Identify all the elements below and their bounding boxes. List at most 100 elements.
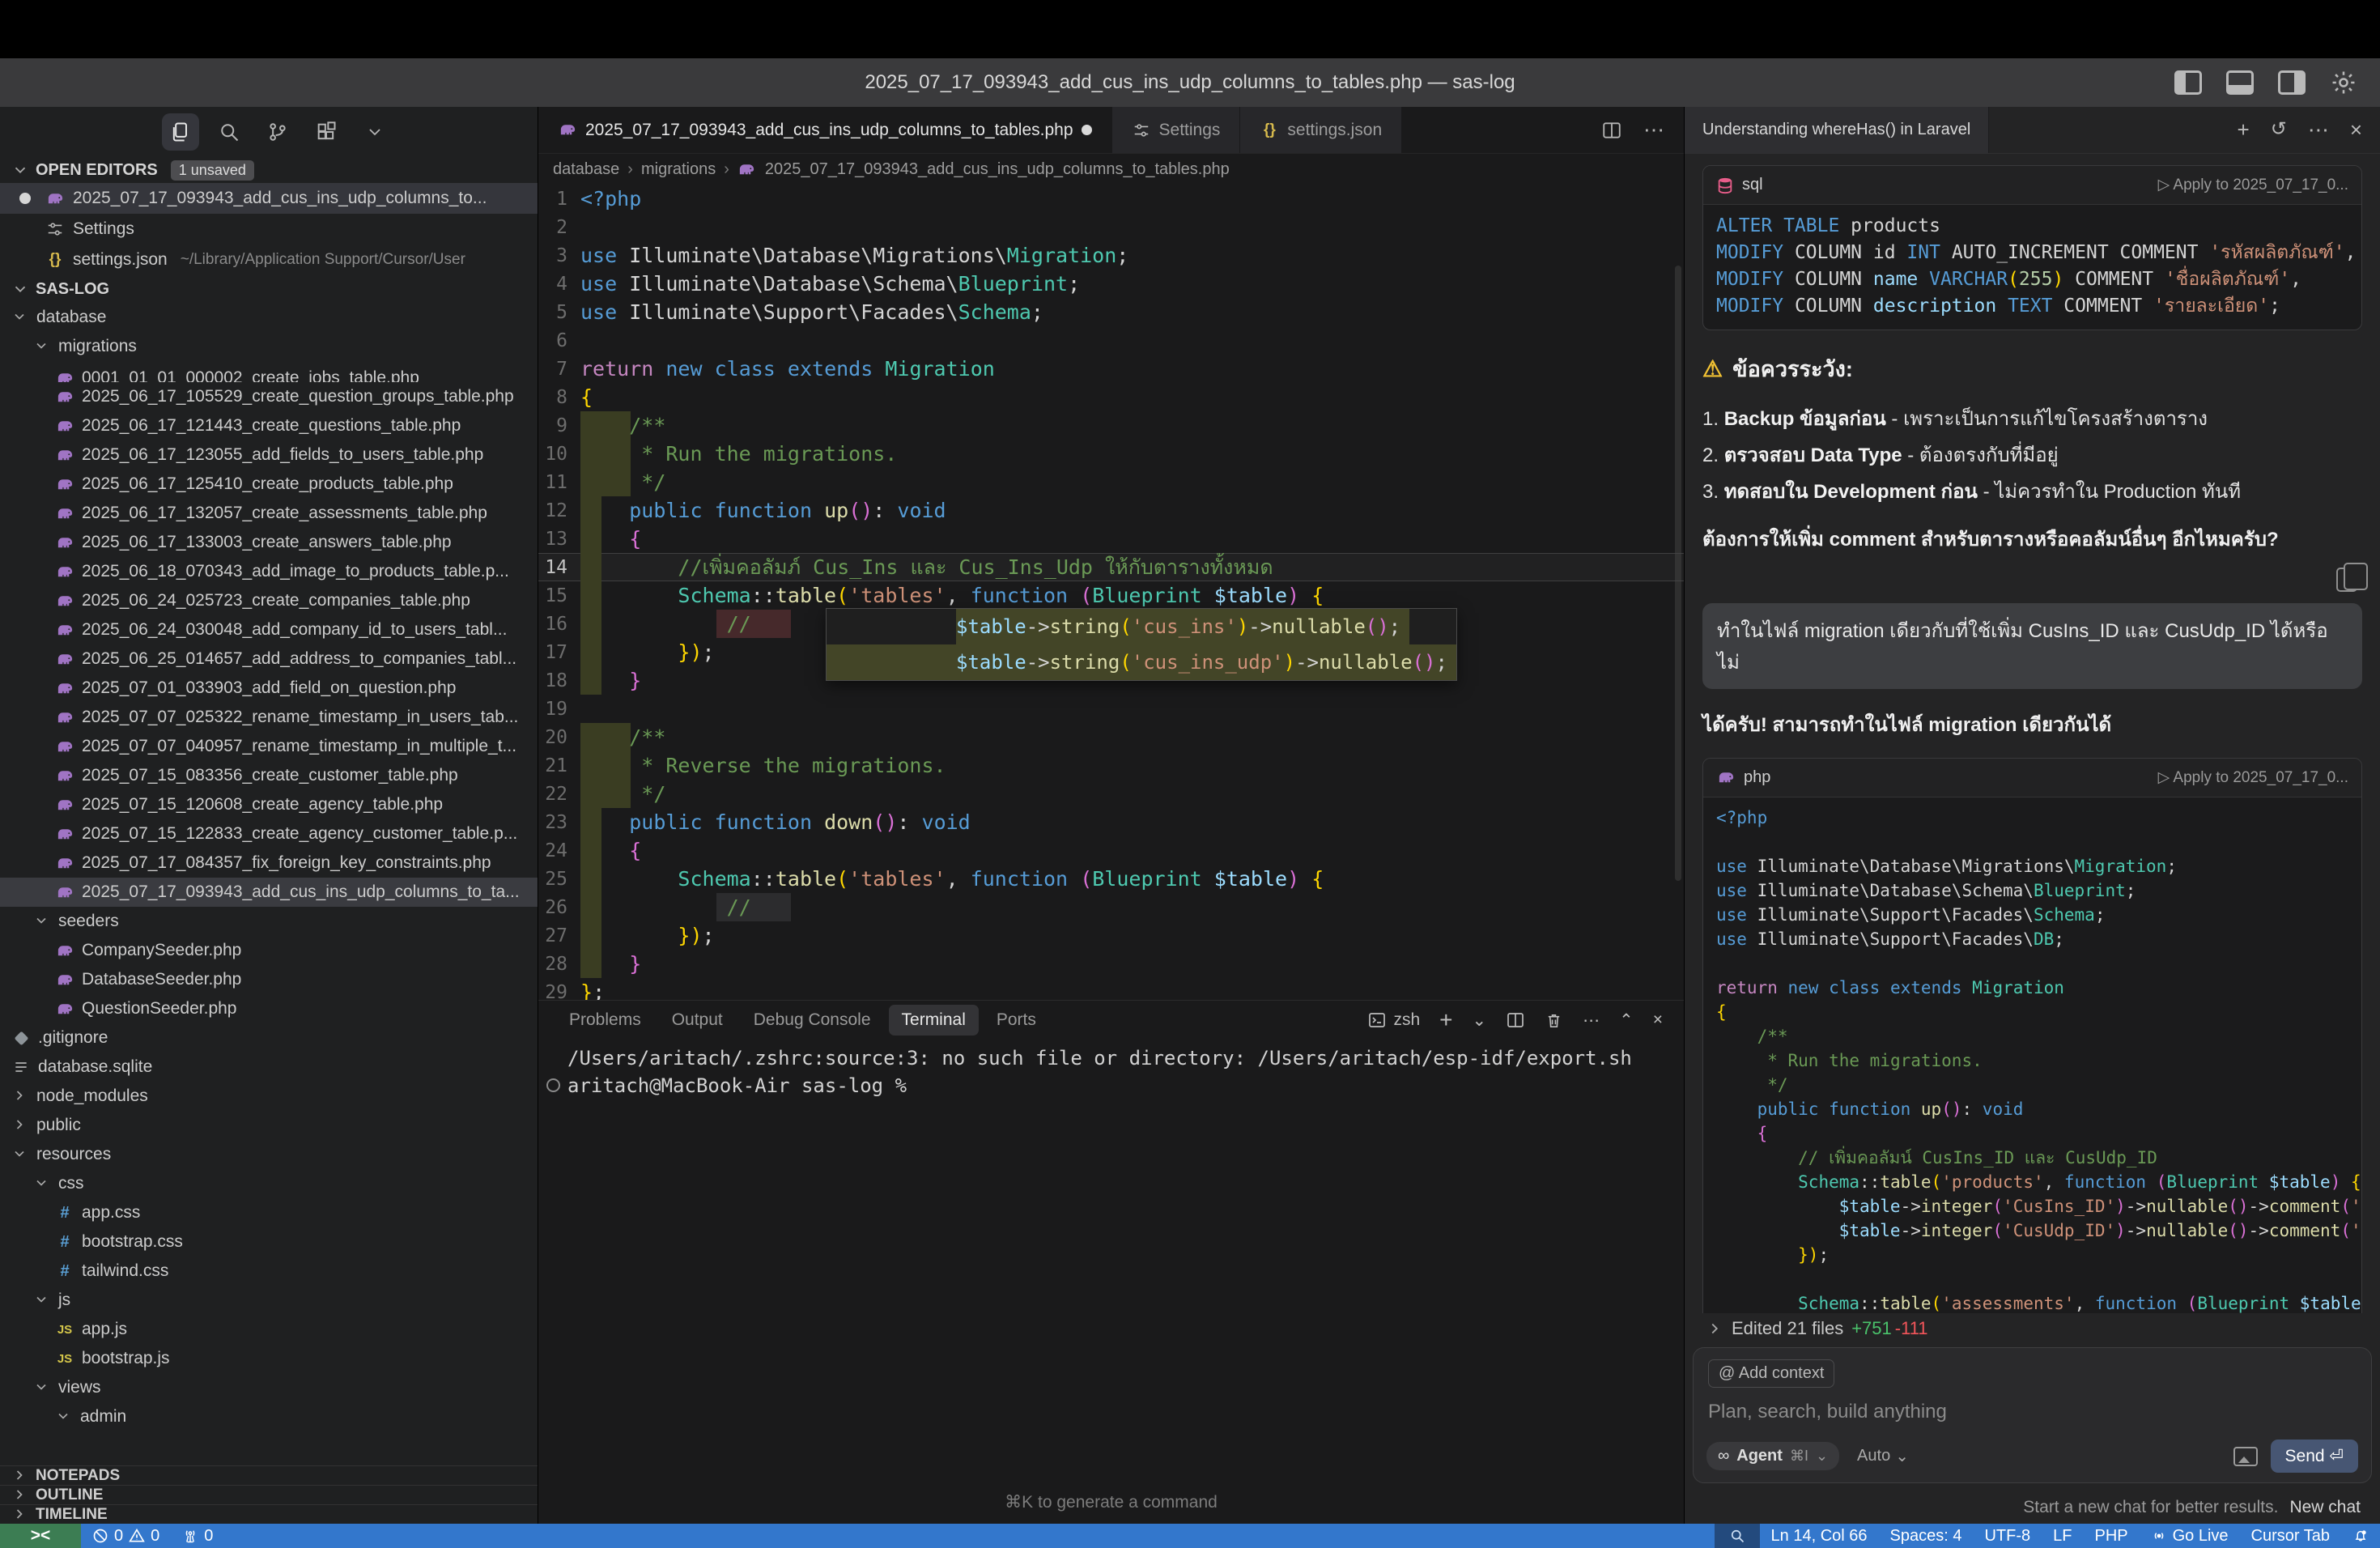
tree-item[interactable]: 2025_06_17_133003_create_answers_table.p… (0, 528, 538, 557)
code-line-23[interactable]: 23 public function down(): void (538, 808, 1684, 836)
model-selector[interactable]: Auto⌄ (1857, 1446, 1909, 1466)
code-line-29[interactable]: 29}; (538, 978, 1684, 1000)
more-actions-icon[interactable]: ⋯ (2308, 117, 2329, 142)
code-line-1[interactable]: 1<?php (538, 185, 1684, 213)
code-line-24[interactable]: 24 { (538, 836, 1684, 865)
indentation[interactable]: Spaces: 4 (1879, 1524, 1974, 1548)
tree-item[interactable]: 2025_07_17_084357_fix_foreign_key_constr… (0, 848, 538, 878)
tree-item[interactable]: 2025_06_17_123055_add_fields_to_users_ta… (0, 440, 538, 470)
more-actions-icon[interactable]: ⋯ (1643, 117, 1664, 142)
tree-item[interactable]: 2025_06_18_070343_add_image_to_products_… (0, 557, 538, 586)
encoding[interactable]: UTF-8 (1973, 1524, 2042, 1548)
tree-item[interactable]: DatabaseSeeder.php (0, 965, 538, 994)
toggle-panel-icon[interactable] (2226, 70, 2254, 95)
code-line-13[interactable]: 13 { (538, 525, 1684, 553)
tree-item[interactable]: 2025_06_17_132057_create_assessments_tab… (0, 499, 538, 528)
toggle-right-sidebar-icon[interactable] (2278, 70, 2306, 95)
tree-item[interactable]: 2025_06_24_025723_create_companies_table… (0, 586, 538, 615)
editor-tab[interactable]: Settings (1112, 107, 1241, 153)
copy-icon[interactable] (2336, 568, 2357, 592)
breadcrumb[interactable]: database › migrations › 2025_07_17_09394… (538, 154, 1684, 185)
code-line-26[interactable]: 26 // (538, 893, 1684, 921)
open-editor-item[interactable]: 2025_07_17_093943_add_cus_ins_udp_column… (0, 183, 538, 214)
code-line-4[interactable]: 4use Illuminate\Database\Schema\Blueprin… (538, 270, 1684, 298)
code-editor[interactable]: 1<?php23use Illuminate\Database\Migratio… (538, 185, 1684, 1000)
tree-folder-seeders[interactable]: seeders (0, 907, 538, 936)
problems-status[interactable]: 0 0 (81, 1524, 171, 1548)
add-context-button[interactable]: @ Add context (1708, 1359, 1834, 1388)
code-line-21[interactable]: 21 * Reverse the migrations. (538, 751, 1684, 780)
tree-item[interactable]: 0001_01_01_000002_create_jobs_table.php (0, 361, 538, 382)
attach-image-icon[interactable] (2233, 1447, 2258, 1466)
code-line-6[interactable]: 6 (538, 326, 1684, 355)
breadcrumb-folder[interactable]: database (553, 160, 619, 179)
panel-tab-terminal[interactable]: Terminal (889, 1005, 979, 1036)
tree-item[interactable]: QuestionSeeder.php (0, 994, 538, 1023)
code-line-5[interactable]: 5use Illuminate\Support\Facades\Schema; (538, 298, 1684, 326)
editor-scrollbar[interactable] (1675, 266, 1681, 881)
language-mode[interactable]: PHP (2083, 1524, 2139, 1548)
code-line-7[interactable]: 7return new class extends Migration (538, 355, 1684, 383)
code-line-9[interactable]: 9 /** (538, 411, 1684, 440)
section-header-timeline[interactable]: TIMELINE (0, 1504, 538, 1524)
eol-sequence[interactable]: LF (2042, 1524, 2083, 1548)
code-line-15[interactable]: 15 Schema::table('tables', function (Blu… (538, 581, 1684, 610)
code-line-3[interactable]: 3use Illuminate\Database\Migrations\Migr… (538, 241, 1684, 270)
tree-folder-database[interactable]: database (0, 303, 538, 332)
terminal-output[interactable]: /Users/aritach/.zshrc:source:3: no such … (538, 1040, 1684, 1099)
ports-status[interactable]: 0 (171, 1524, 224, 1548)
tree-item[interactable]: 2025_06_17_105529_create_question_groups… (0, 382, 538, 411)
chevron-down-icon[interactable] (356, 113, 393, 151)
tree-item[interactable]: #bootstrap.css (0, 1227, 538, 1257)
inline-ai-suggestion[interactable]: $table->string('cus_ins')->nullable();$t… (826, 608, 1457, 681)
code-line-20[interactable]: 20 /** (538, 723, 1684, 751)
breadcrumb-folder[interactable]: migrations (641, 160, 716, 179)
kill-terminal-icon[interactable] (1545, 1011, 1563, 1030)
new-chat-link[interactable]: New chat (2289, 1498, 2361, 1517)
chat-input[interactable]: @ Add context Plan, search, build anythi… (1693, 1347, 2372, 1483)
tree-folder-public[interactable]: public (0, 1111, 538, 1140)
tree-item[interactable]: 2025_06_17_121443_create_questions_table… (0, 411, 538, 440)
split-editor-icon[interactable] (1601, 120, 1622, 141)
notifications-bell-icon[interactable] (2341, 1524, 2380, 1548)
go-live-button[interactable]: Go Live (2140, 1524, 2240, 1548)
tree-folder-admin[interactable]: admin (0, 1402, 538, 1431)
edited-files-summary[interactable]: Edited 21 files +751-111 (1685, 1313, 2380, 1344)
more-actions-icon[interactable]: ⋯ (1583, 1010, 1600, 1031)
toggle-left-sidebar-icon[interactable] (2174, 70, 2202, 95)
new-terminal-icon[interactable]: + (1439, 1007, 1452, 1033)
code-line-28[interactable]: 28 } (538, 950, 1684, 978)
tree-item[interactable]: JSapp.js (0, 1315, 538, 1344)
tree-item[interactable]: 2025_07_01_033903_add_field_on_question.… (0, 674, 538, 703)
tree-item[interactable]: 2025_07_15_120608_create_agency_table.ph… (0, 790, 538, 819)
history-icon[interactable]: ↺ (2271, 117, 2287, 142)
section-header-outline[interactable]: OUTLINE (0, 1485, 538, 1504)
code-line-10[interactable]: 10 * Run the migrations. (538, 440, 1684, 468)
search-icon[interactable] (210, 113, 248, 151)
maximize-panel-icon[interactable]: ⌃ (1619, 1010, 1634, 1031)
tree-item[interactable]: 2025_07_07_025322_rename_timestamp_in_us… (0, 703, 538, 732)
cursor-tab-status[interactable]: Cursor Tab (2240, 1524, 2341, 1548)
open-editor-item[interactable]: Settings (0, 214, 538, 245)
chevron-down-icon[interactable]: ⌄ (1473, 1010, 1487, 1031)
apply-button[interactable]: ▷ Apply to 2025_07_17_0... (2158, 768, 2348, 787)
code-line-12[interactable]: 12 public function up(): void (538, 496, 1684, 525)
tree-item[interactable]: #app.css (0, 1198, 538, 1227)
new-chat-icon[interactable]: + (2238, 117, 2250, 142)
source-control-icon[interactable] (259, 113, 296, 151)
tree-item[interactable]: 2025_07_07_040957_rename_timestamp_in_mu… (0, 732, 538, 761)
tree-item[interactable]: .gitignore (0, 1023, 538, 1053)
tree-folder-css[interactable]: css (0, 1169, 538, 1198)
section-header-notepads[interactable]: NOTEPADS (0, 1465, 538, 1485)
project-section-header[interactable]: SAS-LOG (0, 275, 538, 303)
code-line-25[interactable]: 25 Schema::table('tables', function (Blu… (538, 865, 1684, 893)
agent-mode-selector[interactable]: ∞ Agent ⌘I ⌄ (1706, 1442, 1839, 1470)
panel-tab-ports[interactable]: Ports (984, 1005, 1049, 1036)
tree-item[interactable]: #tailwind.css (0, 1257, 538, 1286)
panel-tab-debug-console[interactable]: Debug Console (741, 1005, 884, 1036)
tree-folder-js[interactable]: js (0, 1286, 538, 1315)
code-line-11[interactable]: 11 */ (538, 468, 1684, 496)
settings-gear-icon[interactable] (2330, 69, 2357, 96)
code-line-8[interactable]: 8{ (538, 383, 1684, 411)
panel-tab-problems[interactable]: Problems (556, 1005, 654, 1036)
